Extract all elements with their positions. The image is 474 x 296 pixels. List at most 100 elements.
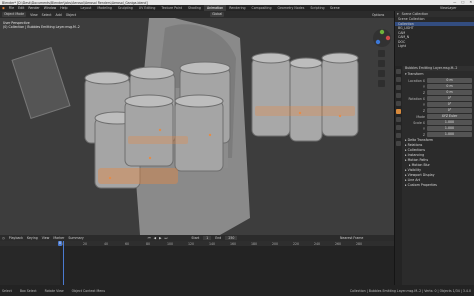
timeline-marker-menu[interactable]: Marker <box>53 236 64 240</box>
modifier-tab-icon[interactable] <box>396 117 401 122</box>
menu-file[interactable]: File <box>9 6 14 10</box>
object-name-field[interactable]: Bubbles Emitting Layer.msg.M..2 <box>403 66 474 71</box>
minimize-icon[interactable]: — <box>453 0 456 4</box>
field-value[interactable]: 0° <box>427 96 472 101</box>
timeline-view-menu[interactable]: View <box>42 236 50 240</box>
viewport-menu-select[interactable]: Select <box>42 13 52 17</box>
outliner-panel: ▾ Scene Collection Scene Collection Coll… <box>394 11 474 66</box>
blender-logo-icon[interactable]: ◉ <box>2 6 5 10</box>
scene-selector[interactable]: Scene <box>330 6 340 10</box>
jump-end-icon[interactable]: ⏭ <box>165 236 168 240</box>
viewport-menu-view[interactable]: View <box>30 13 38 17</box>
maximize-icon[interactable]: □ <box>461 0 464 4</box>
playhead[interactable] <box>63 241 64 285</box>
field-label: Location X <box>408 78 425 83</box>
ruler-tick: 160 <box>230 241 237 246</box>
render-tab-icon[interactable] <box>396 77 401 82</box>
spray-cans-right <box>251 52 359 142</box>
field-value[interactable]: 0 m <box>427 90 472 95</box>
field-value[interactable]: 0 m <box>427 84 472 89</box>
pan-hand-icon[interactable] <box>378 60 385 67</box>
timeline-area[interactable]: 0 20 40 60 80 100 120 140 160 180 200 22… <box>0 241 394 285</box>
axis-x-icon <box>385 35 391 41</box>
timeline-editor-icon[interactable]: ◷ <box>2 236 5 240</box>
field-value[interactable]: 0 m <box>427 78 472 83</box>
world-tab-icon[interactable] <box>396 101 401 106</box>
play-reverse-icon[interactable]: ◀ <box>154 236 156 240</box>
grid-icon[interactable] <box>378 80 385 87</box>
field-location-x: Location X0 m <box>403 78 474 83</box>
menu-edit[interactable]: Edit <box>18 6 24 10</box>
close-icon[interactable]: ✕ <box>469 0 472 4</box>
timeline-playback-menu[interactable]: Playback <box>9 236 23 240</box>
menu-help[interactable]: Help <box>60 6 67 10</box>
current-frame-indicator[interactable]: 0 <box>58 241 63 246</box>
camera-view-icon[interactable] <box>378 70 385 77</box>
transform-orientation[interactable]: Global <box>210 12 225 17</box>
viewport-menu-object[interactable]: Object <box>66 13 76 17</box>
section-label: Custom Properties <box>407 183 437 187</box>
end-frame-label: End <box>215 236 222 240</box>
end-frame-field[interactable]: 250 <box>225 236 238 240</box>
mode-selector[interactable]: Object Mode <box>2 12 27 17</box>
summary-toggle[interactable]: Summary <box>68 236 83 240</box>
field-location-z: Z0 m <box>403 90 474 95</box>
status-rotate-view: Rotate View <box>44 288 64 293</box>
3d-viewport[interactable]: User Perspective (0) Collection | Bubble… <box>0 18 394 235</box>
navigation-gizmo[interactable] <box>372 28 392 48</box>
section-custom-properties[interactable]: ▸ Custom Properties <box>403 183 474 188</box>
view-layer-selector[interactable]: ViewLayer <box>440 6 456 10</box>
scene-tab-icon[interactable] <box>396 93 401 98</box>
field-value[interactable]: 0° <box>427 102 472 107</box>
field-rotation-x: Rotation X 0° <box>403 96 474 101</box>
particle-band <box>98 168 178 184</box>
jump-start-icon[interactable]: ⏮ <box>148 236 151 240</box>
tool-tab-icon[interactable] <box>396 69 401 74</box>
physics-tab-icon[interactable] <box>396 133 401 138</box>
menu-render[interactable]: Render <box>28 6 39 10</box>
properties-content: Bubbles Emitting Layer.msg.M..2 ▾ Transf… <box>403 66 474 188</box>
axis-z-icon <box>375 39 381 45</box>
field-label: Z <box>422 90 425 95</box>
nearest-frame-toggle[interactable]: Nearest Frame <box>340 236 363 240</box>
properties-panel: Bubbles Emitting Layer.msg.M..2 ▾ Transf… <box>394 66 474 290</box>
spray-can-top <box>179 61 231 75</box>
menu-window[interactable]: Window <box>44 6 57 10</box>
options-dropdown[interactable]: Options <box>372 13 384 17</box>
viewport-menu-add[interactable]: Add <box>56 13 62 17</box>
outliner-filter-icon[interactable]: ▾ <box>397 12 399 16</box>
material-tab-icon[interactable] <box>396 141 401 146</box>
zoom-icon[interactable] <box>378 50 385 57</box>
window-title: Blender* [D:\Desk\Documents\Blender\Jobs… <box>2 0 148 5</box>
field-label: Y <box>423 126 425 131</box>
start-frame-label: Start <box>191 236 200 240</box>
play-icon[interactable]: ▶ <box>159 236 161 240</box>
section-transform-label: Transform <box>407 72 424 76</box>
particle-dot <box>158 128 162 132</box>
output-tab-icon[interactable] <box>396 85 401 90</box>
status-select: Select <box>2 288 12 293</box>
timeline-keying-menu[interactable]: Keying <box>27 236 38 240</box>
viewport-header: Object Mode View Select Add Object Globa… <box>0 11 394 18</box>
section-label: Motion Paths <box>407 158 429 162</box>
spray-can <box>321 57 359 137</box>
frame-range-area[interactable] <box>60 246 394 285</box>
section-label: Delta Transform <box>407 138 433 142</box>
start-frame-field[interactable]: 1 <box>203 236 212 240</box>
field-value[interactable]: 1.000 <box>427 120 472 125</box>
field-value[interactable]: 1.000 <box>427 132 472 137</box>
field-value[interactable]: XYZ Euler <box>427 114 472 119</box>
field-value[interactable]: 1.000 <box>427 126 472 131</box>
section-transform[interactable]: ▾ Transform <box>403 72 474 77</box>
section-label: Collections <box>407 148 426 152</box>
particles-tab-icon[interactable] <box>396 125 401 130</box>
outliner-row[interactable]: Light <box>395 44 474 49</box>
spray-can-top <box>251 52 291 64</box>
field-value[interactable]: 0° <box>427 108 472 113</box>
spray-can-top <box>289 57 323 69</box>
object-tab-icon[interactable] <box>396 109 401 114</box>
field-label: Z <box>422 132 425 137</box>
spray-can-top <box>124 94 174 108</box>
section-label: Line Art <box>407 178 421 182</box>
spray-can <box>124 100 174 167</box>
